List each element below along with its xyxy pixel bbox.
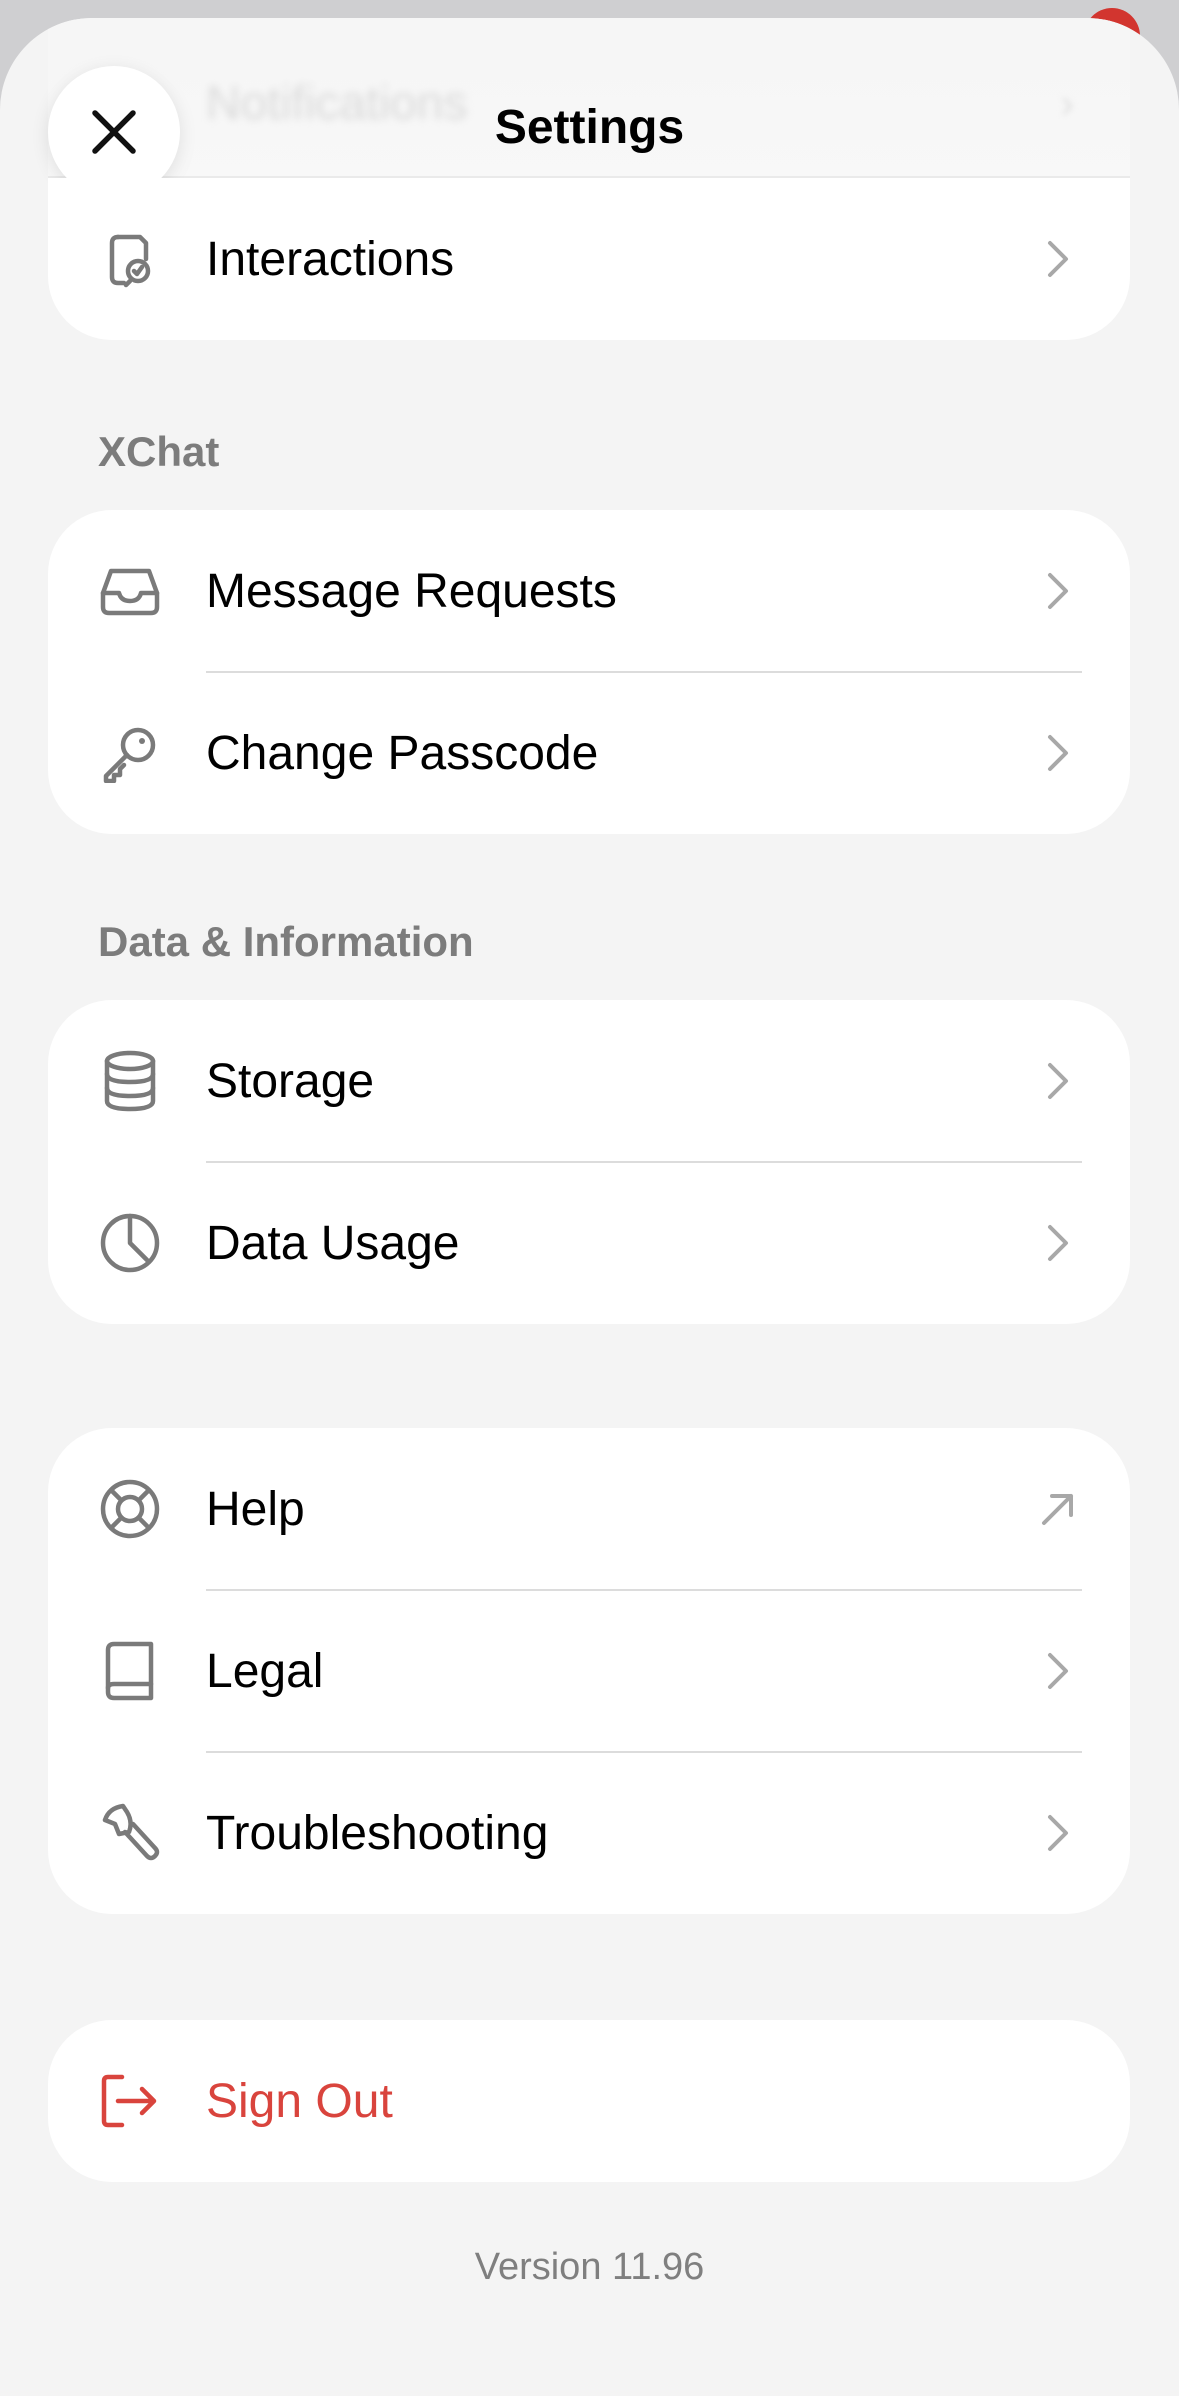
sign-out-label: Sign Out: [206, 2074, 393, 2128]
interactions-icon: [98, 227, 162, 291]
settings-item-data-usage[interactable]: Data Usage: [48, 1162, 1130, 1324]
sign-out-icon: [98, 2069, 162, 2133]
chevron-right-icon: [1040, 1647, 1076, 1695]
chevron-right-icon: [1040, 235, 1076, 283]
card-sign-out: Sign Out: [48, 2020, 1130, 2182]
settings-item-label: Troubleshooting: [206, 1806, 549, 1860]
settings-sheet: Notifications › Settings Interactions XC…: [0, 18, 1179, 2396]
settings-item-label: Legal: [206, 1644, 324, 1698]
external-arrow-icon: [1040, 1485, 1076, 1533]
section-header-xchat: XChat: [98, 428, 220, 475]
settings-item-label: Interactions: [206, 232, 455, 286]
section-header-data-information: Data & Information: [98, 918, 474, 965]
settings-item-interactions[interactable]: Interactions: [48, 178, 1130, 340]
key-icon: [98, 721, 162, 785]
lifebuoy-icon: [98, 1477, 162, 1541]
settings-item-label: Data Usage: [206, 1216, 460, 1270]
settings-item-label: Change Passcode: [206, 726, 599, 780]
settings-item-change-passcode[interactable]: Change Passcode: [48, 672, 1130, 834]
settings-item-label: Help: [206, 1482, 305, 1536]
inbox-icon: [98, 559, 162, 623]
pie-clock-icon: [98, 1211, 162, 1275]
version-label: Version 11.96: [474, 2246, 705, 2288]
card-support: Help Legal Troubleshooting: [48, 1428, 1130, 1914]
page-title: Settings: [494, 101, 685, 154]
card-xchat: Message Requests Change Passcode: [48, 510, 1130, 834]
settings-item-troubleshooting[interactable]: Troubleshooting: [48, 1752, 1130, 1914]
sign-out-button[interactable]: Sign Out: [48, 2020, 1130, 2182]
book-icon: [98, 1639, 162, 1703]
settings-item-legal[interactable]: Legal: [48, 1590, 1130, 1752]
card-data-information: Storage Data Usage: [48, 1000, 1130, 1324]
settings-item-label: Message Requests: [206, 564, 617, 618]
settings-item-message-requests[interactable]: Message Requests: [48, 510, 1130, 672]
database-icon: [98, 1049, 162, 1113]
chevron-right-icon: [1040, 1809, 1076, 1857]
chevron-right-icon: [1040, 1057, 1076, 1105]
chevron-right-icon: [1040, 729, 1076, 777]
settings-item-help[interactable]: Help: [48, 1428, 1130, 1590]
settings-item-storage[interactable]: Storage: [48, 1000, 1130, 1162]
settings-item-label: Storage: [206, 1054, 375, 1108]
card-top: Interactions: [48, 178, 1130, 340]
wrench-icon: [98, 1801, 162, 1865]
chevron-right-icon: [1040, 567, 1076, 615]
chevron-right-icon: [1040, 1219, 1076, 1267]
